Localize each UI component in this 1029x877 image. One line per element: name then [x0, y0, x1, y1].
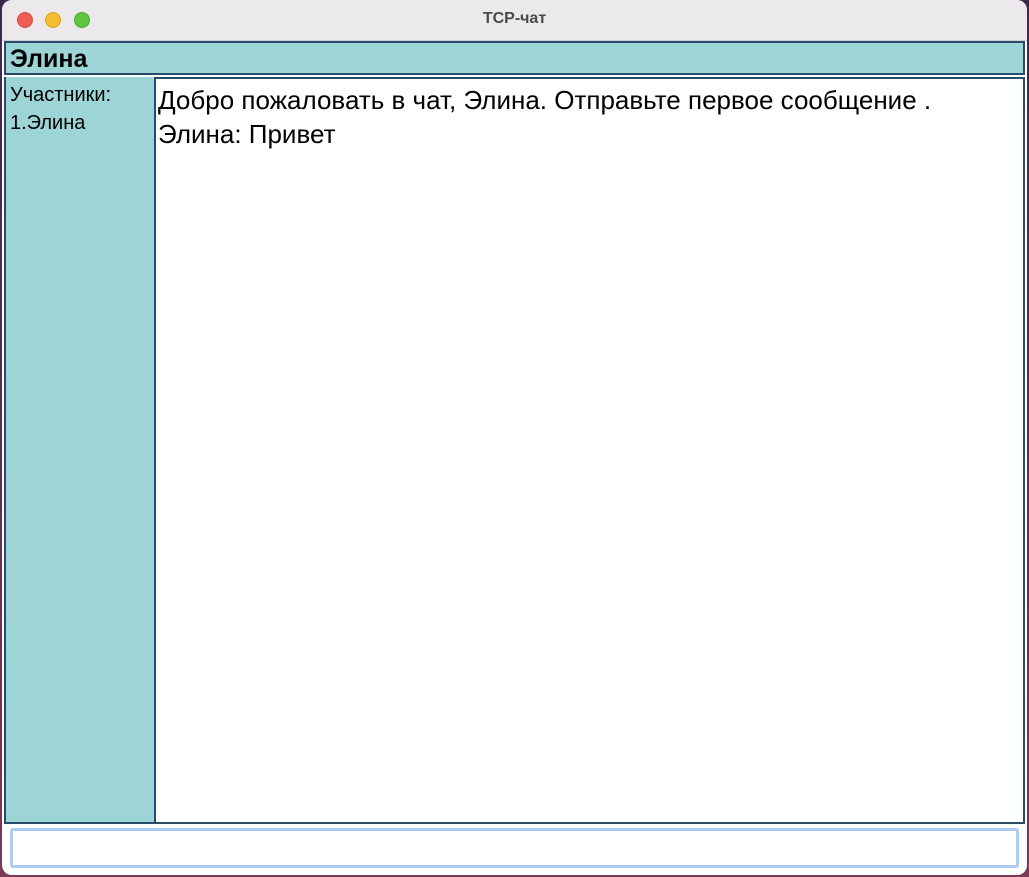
chat-message: Элина: Привет [158, 119, 336, 149]
message-input[interactable] [10, 828, 1019, 868]
window-title: TCP-чат [482, 10, 547, 27]
participants-panel: Участники: 1.Элина [4, 77, 156, 824]
current-username: Элина [10, 45, 88, 73]
chat-window: TCP-чат Элина Участники: 1.Элина Добро п… [2, 0, 1027, 875]
chat-messages-area[interactable]: Добро пожаловать в чат, Элина. Отправьте… [156, 77, 1025, 824]
title-bar[interactable]: TCP-чат [2, 0, 1027, 41]
chat-message: Добро пожаловать в чат, Элина. Отправьте… [158, 85, 932, 115]
user-header: Элина [4, 41, 1025, 75]
participants-title: Участники: [10, 84, 112, 106]
input-area [4, 824, 1025, 875]
participant-item: 1.Элина [10, 112, 86, 134]
